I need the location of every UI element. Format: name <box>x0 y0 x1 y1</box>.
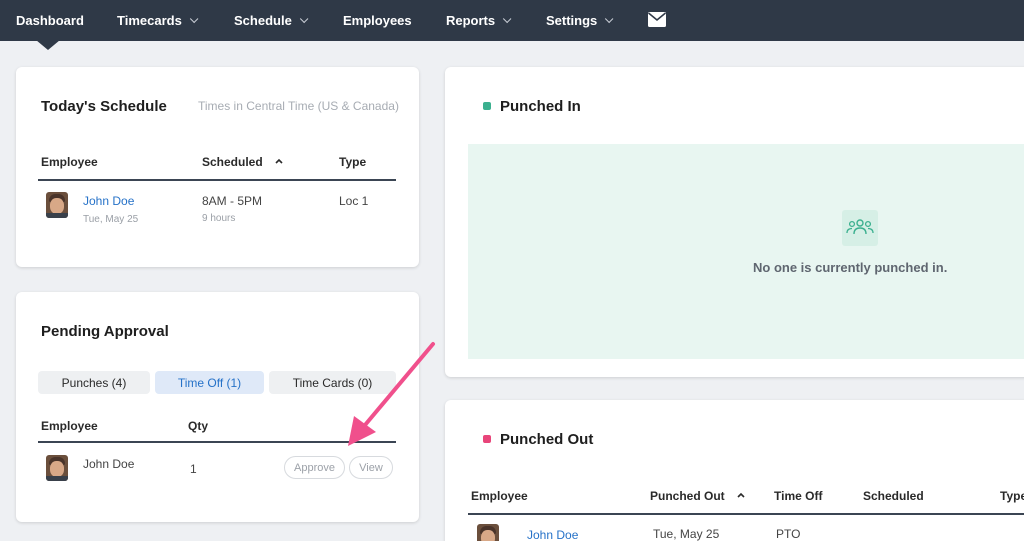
nav-employees-label: Employees <box>343 13 412 28</box>
active-nav-indicator <box>36 40 60 50</box>
nav-schedule-label: Schedule <box>234 13 292 28</box>
top-nav: Dashboard Timecards Schedule Employees R… <box>0 0 1024 41</box>
caret-up-icon[interactable] <box>737 492 745 498</box>
status-dot-pink <box>483 435 491 443</box>
view-button[interactable]: View <box>349 456 393 479</box>
nav-employees[interactable]: Employees <box>343 0 412 41</box>
employee-name-link[interactable]: John Doe <box>527 528 578 541</box>
punched-in-title: Punched In <box>500 98 581 115</box>
tab-time-off[interactable]: Time Off (1) <box>155 371 264 394</box>
scheduled-time: 8AM - 5PM <box>202 194 262 208</box>
col-scheduled[interactable]: Scheduled <box>863 489 924 503</box>
empty-state-message: No one is currently punched in. <box>753 260 947 275</box>
nav-settings-label: Settings <box>546 13 597 28</box>
employee-name-link[interactable]: John Doe <box>83 194 134 208</box>
chevron-down-icon <box>503 14 511 22</box>
mail-icon[interactable] <box>648 12 666 27</box>
people-group-icon <box>842 210 878 246</box>
col-time-off[interactable]: Time Off <box>774 489 822 503</box>
nav-schedule[interactable]: Schedule <box>234 0 305 41</box>
avatar <box>46 192 68 218</box>
schedule-type: Loc 1 <box>339 194 368 208</box>
punched-in-card: Punched In No one is currently punched i… <box>445 67 1024 377</box>
pending-approval-title: Pending Approval <box>41 323 169 340</box>
employee-name: John Doe <box>83 457 134 471</box>
qty-value: 1 <box>190 462 197 476</box>
col-employee[interactable]: Employee <box>41 155 98 169</box>
nav-timecards-label: Timecards <box>117 13 182 28</box>
col-qty[interactable]: Qty <box>188 419 208 433</box>
col-employee[interactable]: Employee <box>41 419 98 433</box>
status-dot-green <box>483 102 491 110</box>
todays-schedule-card: Today's Schedule Times in Central Time (… <box>16 67 419 267</box>
col-type[interactable]: Type <box>1000 489 1024 503</box>
caret-up-icon[interactable] <box>275 158 283 164</box>
chevron-down-icon <box>605 14 613 22</box>
punched-out-title: Punched Out <box>500 431 593 448</box>
nav-reports-label: Reports <box>446 13 495 28</box>
header-divider <box>468 513 1024 515</box>
nav-settings[interactable]: Settings <box>546 0 610 41</box>
col-scheduled[interactable]: Scheduled <box>202 155 263 169</box>
punched-out-date: Tue, May 25 <box>653 527 719 541</box>
time-off-value: PTO <box>776 527 800 541</box>
col-punched-out[interactable]: Punched Out <box>650 489 725 503</box>
scheduled-duration: 9 hours <box>202 213 235 224</box>
annotation-arrow-icon <box>340 338 440 450</box>
header-divider <box>38 179 396 181</box>
chevron-down-icon <box>190 14 198 22</box>
nav-timecards[interactable]: Timecards <box>117 0 195 41</box>
timezone-note: Times in Central Time (US & Canada) <box>198 99 399 113</box>
nav-dashboard[interactable]: Dashboard <box>16 0 84 41</box>
tab-punches[interactable]: Punches (4) <box>38 371 150 394</box>
approve-button[interactable]: Approve <box>284 456 345 479</box>
nav-reports[interactable]: Reports <box>446 0 508 41</box>
employee-date: Tue, May 25 <box>83 214 138 225</box>
avatar <box>477 524 499 541</box>
empty-state-panel: No one is currently punched in. <box>468 144 1024 359</box>
punched-out-card: Punched Out Employee Punched Out Time Of… <box>445 400 1024 541</box>
col-employee[interactable]: Employee <box>471 489 528 503</box>
nav-dashboard-label: Dashboard <box>16 13 84 28</box>
chevron-down-icon <box>300 14 308 22</box>
todays-schedule-title: Today's Schedule <box>41 98 167 115</box>
avatar <box>46 455 68 481</box>
col-type[interactable]: Type <box>339 155 366 169</box>
